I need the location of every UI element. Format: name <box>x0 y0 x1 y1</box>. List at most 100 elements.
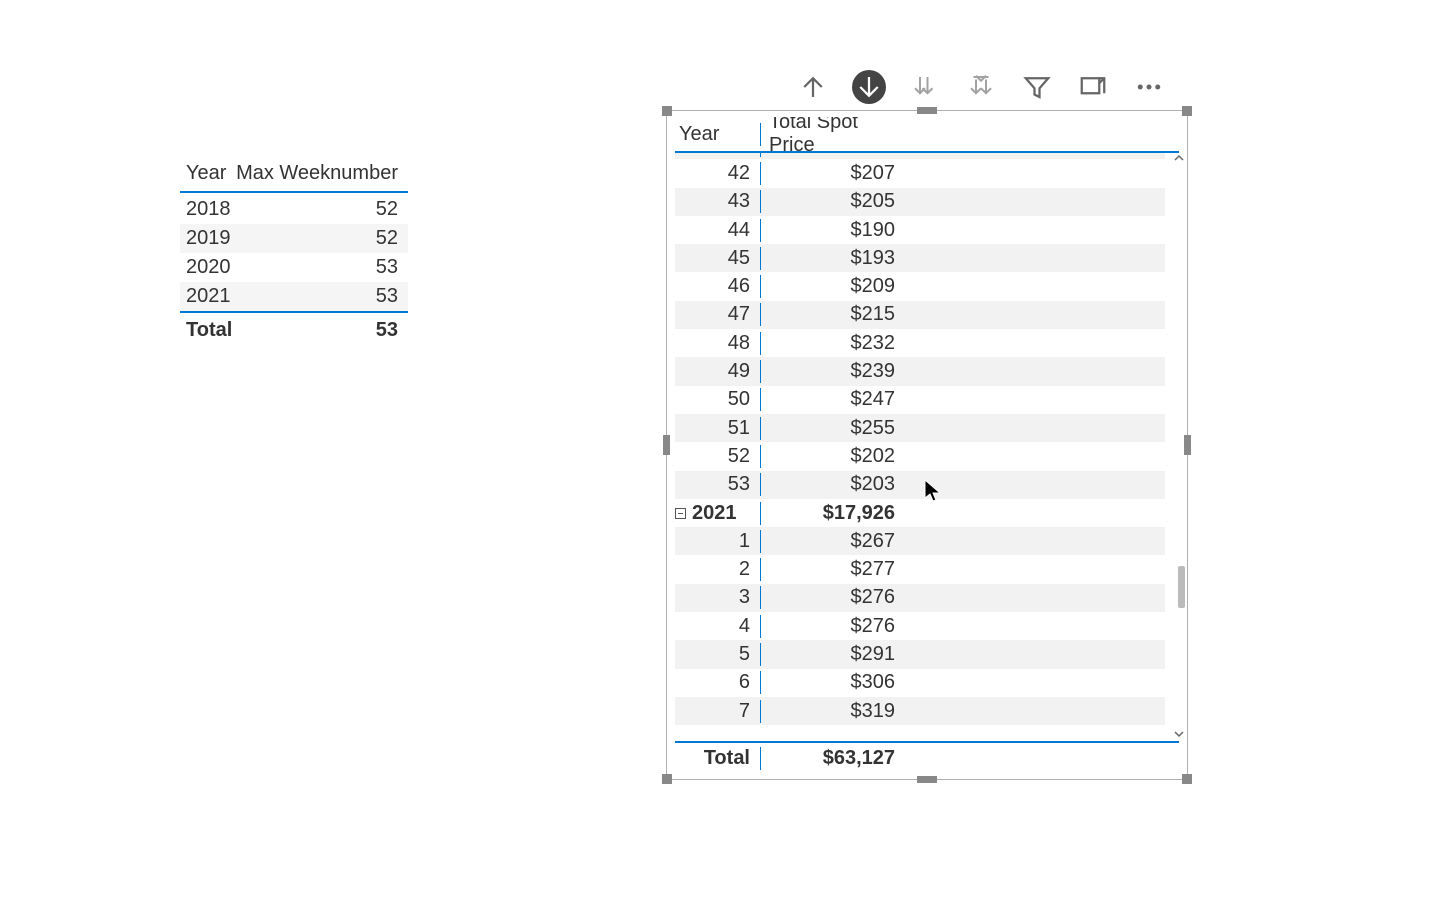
week-cell: 48 <box>675 332 761 355</box>
cell-value: 52 <box>232 227 408 250</box>
drill-down-icon[interactable] <box>852 70 886 104</box>
resize-handle[interactable] <box>662 774 672 784</box>
column-header-year[interactable]: Year <box>675 123 761 146</box>
matrix-data-row[interactable]: 6$306 <box>675 669 1165 697</box>
week-cell: 41 <box>675 153 761 157</box>
collapse-icon[interactable] <box>675 508 686 519</box>
table-row[interactable]: 2018 52 <box>180 195 408 224</box>
matrix-data-row[interactable]: 45$193 <box>675 244 1165 272</box>
matrix-data-row[interactable]: 49$239 <box>675 357 1165 385</box>
week-cell: 44 <box>675 219 761 242</box>
value-cell: $306 <box>761 671 901 694</box>
total-value: $63,127 <box>761 747 901 770</box>
week-cell: 45 <box>675 247 761 270</box>
expand-next-level-icon[interactable] <box>908 70 942 104</box>
cell-year: 2021 <box>180 285 232 308</box>
week-cell: 47 <box>675 303 761 326</box>
cell-year: 2018 <box>180 198 232 221</box>
resize-handle[interactable] <box>917 776 937 783</box>
matrix-data-row[interactable]: 5$291 <box>675 640 1165 668</box>
filter-icon[interactable] <box>1020 70 1054 104</box>
resize-handle[interactable] <box>1182 106 1192 116</box>
column-header-max-weeknumber[interactable]: Max Weeknumber <box>232 162 408 185</box>
value-cell: $277 <box>761 558 901 581</box>
matrix-data-row[interactable]: 47$215 <box>675 301 1165 329</box>
group-year-cell[interactable]: 2021 <box>675 502 761 525</box>
matrix-data-row[interactable]: 43$205 <box>675 188 1165 216</box>
matrix-data-row[interactable]: 3$276 <box>675 584 1165 612</box>
total-label: Total <box>180 319 232 342</box>
matrix-group-row[interactable]: 2021$17,926 <box>675 499 1165 527</box>
resize-handle[interactable] <box>1184 435 1191 455</box>
value-cell: $319 <box>761 700 901 723</box>
total-label: Total <box>675 747 761 770</box>
cell-value: 53 <box>232 285 408 308</box>
resize-handle[interactable] <box>1182 774 1192 784</box>
matrix-data-row[interactable]: 50$247 <box>675 386 1165 414</box>
value-cell: $267 <box>761 530 901 553</box>
visual-header-toolbar <box>796 70 1166 104</box>
value-cell: $255 <box>761 417 901 440</box>
resize-handle[interactable] <box>662 106 672 116</box>
value-cell: $205 <box>761 153 901 157</box>
value-cell: $209 <box>761 275 901 298</box>
group-value: $17,926 <box>761 502 901 525</box>
week-cell: 52 <box>675 445 761 468</box>
matrix-data-row[interactable]: 2$277 <box>675 555 1165 583</box>
week-cell: 46 <box>675 275 761 298</box>
table-row[interactable]: 2019 52 <box>180 224 408 253</box>
value-cell: $239 <box>761 360 901 383</box>
column-header-year[interactable]: Year <box>180 162 232 185</box>
value-cell: $193 <box>761 247 901 270</box>
matrix-data-row[interactable]: 51$255 <box>675 414 1165 442</box>
week-cell: 2 <box>675 558 761 581</box>
week-cell: 50 <box>675 388 761 411</box>
value-cell: $291 <box>761 643 901 666</box>
week-cell: 6 <box>675 671 761 694</box>
matrix-data-row[interactable]: 46$209 <box>675 272 1165 300</box>
drill-up-icon[interactable] <box>796 70 830 104</box>
value-cell: $207 <box>761 162 901 185</box>
matrix-header-row: Year Total Spot Price <box>675 117 1179 153</box>
value-cell: $276 <box>761 586 901 609</box>
matrix-data-row[interactable]: 4$276 <box>675 612 1165 640</box>
value-cell: $232 <box>761 332 901 355</box>
cell-value: 52 <box>232 198 408 221</box>
value-cell: $205 <box>761 190 901 213</box>
scrollbar-thumb[interactable] <box>1178 566 1185 608</box>
value-cell: $203 <box>761 473 901 496</box>
cell-value: 53 <box>232 256 408 279</box>
more-options-icon[interactable] <box>1132 70 1166 104</box>
week-cell: 5 <box>675 643 761 666</box>
matrix-data-row[interactable]: 44$190 <box>675 216 1165 244</box>
cell-year: 2020 <box>180 256 232 279</box>
matrix-data-row[interactable]: 1$267 <box>675 527 1165 555</box>
column-header-total-spot-price[interactable]: Total Spot Price <box>761 117 903 157</box>
matrix-data-row[interactable]: 42$207 <box>675 159 1165 187</box>
value-cell: $190 <box>761 219 901 242</box>
resize-handle[interactable] <box>663 435 670 455</box>
week-cell: 3 <box>675 586 761 609</box>
scroll-down-icon[interactable] <box>1172 727 1186 741</box>
table-total-row: Total 53 <box>180 311 408 343</box>
focus-mode-icon[interactable] <box>1076 70 1110 104</box>
week-cell: 7 <box>675 700 761 723</box>
cell-year: 2019 <box>180 227 232 250</box>
matrix-data-row[interactable]: 7$319 <box>675 697 1165 725</box>
matrix-visual-container[interactable]: Year Total Spot Price 41$20542$20743$205… <box>666 110 1188 780</box>
matrix-data-row[interactable]: 52$202 <box>675 442 1165 470</box>
year-max-weeknumber-table[interactable]: Year Max Weeknumber 2018 52 2019 52 2020… <box>180 162 408 343</box>
expand-all-down-icon[interactable] <box>964 70 998 104</box>
week-cell: 53 <box>675 473 761 496</box>
value-cell: $276 <box>761 615 901 638</box>
week-cell: 4 <box>675 615 761 638</box>
matrix-data-row[interactable]: 53$203 <box>675 471 1165 499</box>
table-header-row: Year Max Weeknumber <box>180 162 408 193</box>
table-row[interactable]: 2021 53 <box>180 282 408 311</box>
resize-handle[interactable] <box>917 107 937 114</box>
table-row[interactable]: 2020 53 <box>180 253 408 282</box>
matrix-body[interactable]: 41$20542$20743$20544$19045$19346$20947$2… <box>675 153 1179 741</box>
matrix-data-row[interactable]: 48$232 <box>675 329 1165 357</box>
scroll-up-icon[interactable] <box>1172 151 1186 165</box>
week-cell: 49 <box>675 360 761 383</box>
